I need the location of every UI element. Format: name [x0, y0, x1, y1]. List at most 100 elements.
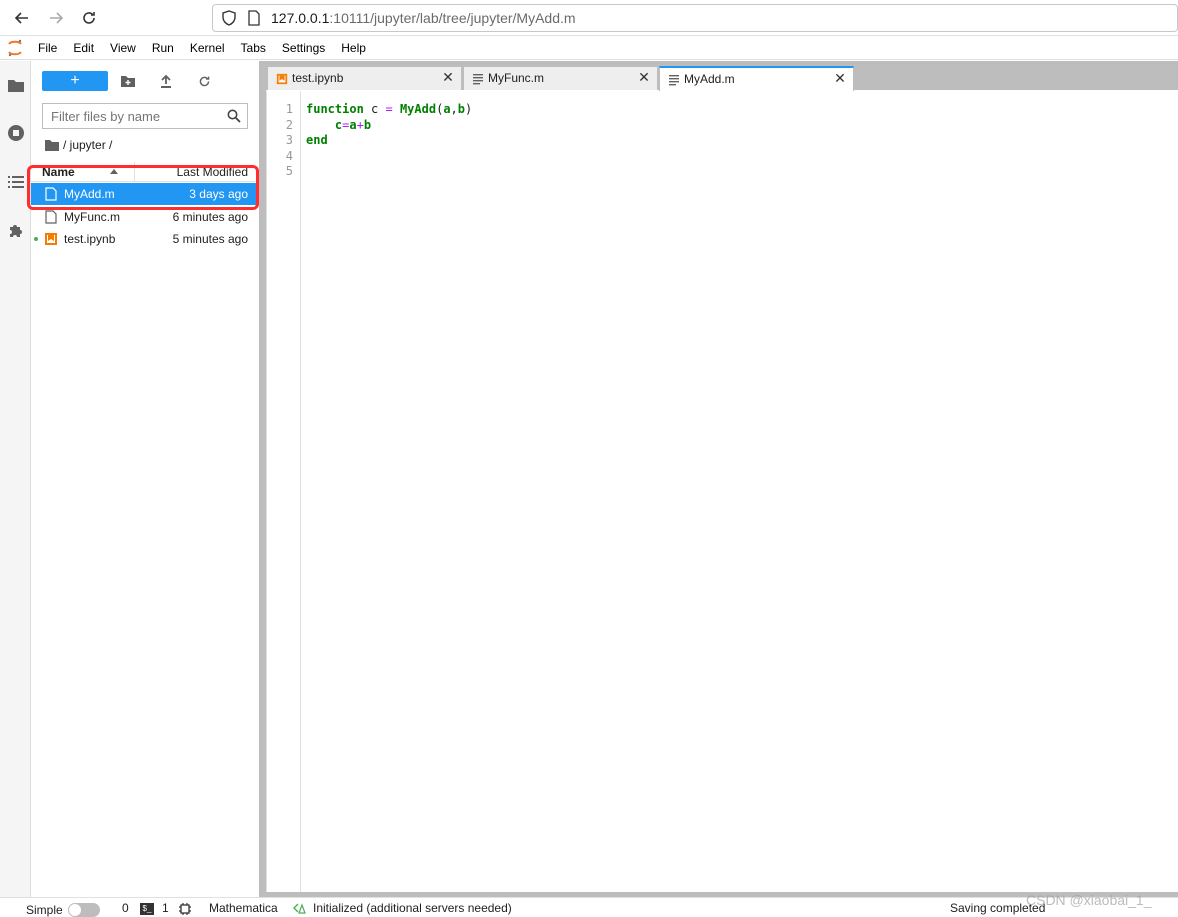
tab-myfunc[interactable]: MyFunc.m ✕ [463, 66, 658, 90]
browser-toolbar: 127.0.0.1:10111/jupyter/lab/tree/jupyter… [0, 0, 1178, 36]
keyword: function [306, 102, 364, 116]
file-name: MyAdd.m [64, 187, 115, 201]
file-row-test-ipynb[interactable]: test.ipynb 5 minutes ago [31, 228, 259, 250]
extension-puzzle-icon[interactable] [6, 220, 26, 240]
menu-file[interactable]: File [30, 36, 65, 60]
arrow-right-icon [50, 12, 64, 24]
simple-mode-label: Simple [26, 903, 63, 917]
tab-label: test.ipynb [292, 71, 344, 85]
back-button[interactable] [12, 8, 32, 28]
code-line-2[interactable]: c=a+b [306, 118, 371, 132]
document-tab-bar: test.ipynb ✕ MyFunc.m ✕ MyAdd.m ✕ [266, 61, 1178, 91]
line-number: 5 [285, 164, 293, 178]
code-token: ) [465, 102, 473, 116]
kernel-chip-icon[interactable] [178, 902, 192, 916]
code-token: b [457, 102, 466, 116]
function-name: MyAdd [392, 102, 437, 116]
column-name-header[interactable]: Name [42, 165, 75, 179]
file-name: MyFunc.m [64, 210, 121, 224]
line-number: 4 [285, 149, 293, 163]
reload-icon [83, 12, 95, 24]
running-sessions-icon[interactable] [6, 123, 26, 143]
breadcrumb: / jupyter / [45, 137, 112, 153]
sort-ascending-icon [110, 169, 118, 174]
new-folder-icon [121, 76, 135, 87]
lsp-status[interactable]: Initialized (additional servers needed) [313, 901, 512, 915]
menu-bar: File Edit View Run Kernel Tabs Settings … [0, 36, 1178, 60]
menu-settings[interactable]: Settings [274, 36, 333, 60]
page-icon [248, 10, 260, 26]
url-path: :10111/jupyter/lab/tree/jupyter/MyAdd.m [329, 10, 576, 26]
address-bar[interactable]: 127.0.0.1:10111/jupyter/lab/tree/jupyter… [212, 4, 1178, 32]
filter-files-input[interactable] [51, 108, 227, 124]
url-text: 127.0.0.1:10111/jupyter/lab/tree/jupyter… [271, 10, 576, 26]
filter-files-field[interactable] [42, 103, 248, 129]
text-file-icon [45, 210, 57, 224]
line-number: 3 [285, 133, 293, 147]
terminals-count[interactable]: 0 [122, 901, 129, 915]
tab-test-ipynb[interactable]: test.ipynb ✕ [267, 66, 462, 90]
notebook-icon [45, 233, 57, 245]
menu-run[interactable]: Run [144, 36, 182, 60]
code-token: a [443, 102, 451, 116]
new-launcher-button[interactable]: + [42, 71, 108, 91]
kernel-name[interactable]: Mathematica [209, 901, 278, 915]
text-file-icon [473, 74, 483, 85]
close-icon[interactable]: ✕ [637, 70, 651, 84]
terminal-icon[interactable]: $_ [140, 903, 154, 915]
notebook-icon [276, 73, 288, 85]
refresh-button[interactable] [195, 72, 213, 90]
menu-edit[interactable]: Edit [65, 36, 102, 60]
code-line-1[interactable]: function c = MyAdd(a,b) [306, 102, 472, 116]
file-browser-toolbar: + [31, 69, 259, 93]
refresh-icon [199, 76, 209, 86]
menu-view[interactable]: View [102, 36, 144, 60]
close-icon[interactable]: ✕ [833, 71, 847, 85]
menu-kernel[interactable]: Kernel [182, 36, 233, 60]
menu-help[interactable]: Help [333, 36, 374, 60]
code-editor[interactable]: 1 2 3 4 5 function c = MyAdd(a,b) c=a+b … [266, 91, 1178, 892]
line-number: 1 [285, 102, 293, 116]
new-folder-button[interactable] [119, 72, 137, 90]
forward-button[interactable] [46, 8, 66, 28]
breadcrumb-path[interactable]: / jupyter / [63, 138, 112, 152]
url-host: 127.0.0.1 [271, 10, 330, 26]
close-icon[interactable]: ✕ [441, 70, 455, 84]
simple-mode-toggle[interactable] [68, 903, 100, 917]
code-line-3[interactable]: end [306, 133, 328, 147]
tab-label: MyFunc.m [488, 71, 545, 85]
menu-tabs[interactable]: Tabs [233, 36, 274, 60]
column-modified-header[interactable]: Last Modified [177, 165, 248, 179]
file-row-myadd[interactable]: MyAdd.m 3 days ago [31, 183, 259, 205]
code-token: c [363, 102, 386, 116]
operator: + [356, 118, 364, 132]
table-of-contents-icon[interactable] [6, 172, 26, 192]
file-modified: 5 minutes ago [172, 232, 248, 246]
toggle-knob [69, 904, 81, 916]
watermark-text: CSDN @xiaobai_1_ [1026, 892, 1152, 908]
keyword: end [306, 133, 328, 147]
folder-icon[interactable] [6, 75, 26, 95]
operator: = [385, 102, 393, 116]
jupyter-logo-icon [0, 36, 30, 60]
file-modified: 3 days ago [189, 187, 248, 201]
file-listing-header: Name Last Modified [31, 162, 259, 182]
file-name: test.ipynb [64, 232, 116, 246]
code-token: a [349, 118, 357, 132]
file-row-myfunc[interactable]: MyFunc.m 6 minutes ago [31, 206, 259, 228]
upload-button[interactable] [157, 72, 175, 90]
tab-myadd[interactable]: MyAdd.m ✕ [659, 66, 854, 91]
kernels-count[interactable]: 1 [162, 901, 169, 915]
code-token: , [450, 102, 458, 116]
left-activity-bar [0, 61, 31, 897]
running-indicator [34, 237, 38, 241]
tab-label: MyAdd.m [684, 72, 735, 86]
text-file-icon [669, 75, 679, 86]
folder-icon[interactable] [45, 139, 59, 151]
panel-splitter[interactable] [259, 61, 266, 897]
search-icon [227, 109, 241, 123]
status-bar: Simple 0 $_ 1 Mathematica Initialized (a… [0, 897, 1178, 917]
text-file-icon [45, 187, 57, 201]
reload-button[interactable] [79, 8, 99, 28]
